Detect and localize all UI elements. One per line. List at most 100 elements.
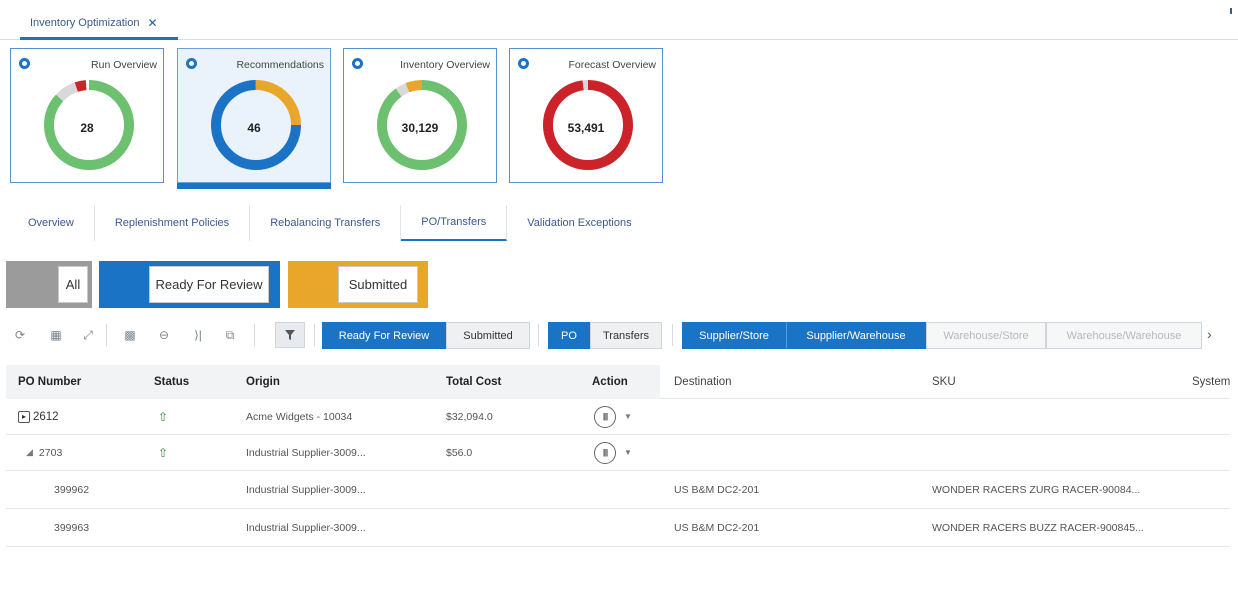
tile-value: 28: [80, 121, 94, 135]
tab-po-transfers[interactable]: PO/Transfers: [401, 205, 508, 241]
grid-icon[interactable]: ▩: [122, 327, 138, 343]
col-status[interactable]: Status: [154, 365, 189, 399]
tab-rebalancing-transfers[interactable]: Rebalancing Transfers: [250, 205, 402, 241]
seg-supplier-warehouse[interactable]: Supplier/Warehouse: [786, 322, 926, 349]
barcode-action-icon[interactable]: ||||: [594, 405, 616, 428]
seg-supplier-store[interactable]: Supplier/Store: [682, 322, 786, 349]
po-number: 399962: [54, 483, 90, 496]
filter-all-label: All: [58, 266, 88, 303]
filter-ready-for-review[interactable]: Ready For Review: [99, 261, 280, 308]
col-origin[interactable]: Origin: [246, 365, 280, 399]
up-arrow-status-icon: ⇧: [158, 409, 169, 424]
origin-cell: Industrial Supplier-3009...: [246, 521, 366, 534]
filter-submitted-label: Submitted: [338, 266, 418, 303]
tile-title: Inventory Overview: [400, 59, 490, 71]
tab-label: Inventory Optimization: [30, 16, 140, 29]
po-table: PO Number Status Origin Total Cost Actio…: [6, 365, 1230, 547]
seg-warehouse-warehouse[interactable]: Warehouse/Warehouse: [1046, 322, 1202, 349]
funnel-icon: [285, 330, 295, 340]
chevron-down-icon[interactable]: ▼: [624, 448, 632, 457]
table-row[interactable]: 399963 Industrial Supplier-3009... US B&…: [6, 509, 1230, 547]
remove-icon[interactable]: ⊖: [156, 327, 172, 343]
refresh-icon[interactable]: ⟳: [12, 327, 28, 343]
toolbar-divider: [314, 324, 315, 346]
scroll-right-icon[interactable]: ›: [1207, 326, 1212, 342]
po-cell: ▸ 2612: [18, 399, 59, 434]
radio-icon[interactable]: [352, 58, 363, 69]
radio-icon[interactable]: [518, 58, 529, 69]
seg-transfers[interactable]: Transfers: [590, 322, 662, 349]
table-row[interactable]: 399962 Industrial Supplier-3009... US B&…: [6, 471, 1230, 509]
tab-validation-exceptions[interactable]: Validation Exceptions: [507, 205, 651, 241]
col-destination[interactable]: Destination: [674, 365, 732, 399]
close-icon[interactable]: ✕: [147, 16, 157, 30]
col-po-number[interactable]: PO Number: [18, 365, 81, 399]
toolbar-divider: [254, 324, 255, 346]
filter-all[interactable]: All: [6, 261, 92, 308]
origin-cell: Industrial Supplier-3009...: [246, 446, 366, 459]
table-row[interactable]: ◢ 2703 ⇧ Industrial Supplier-3009... $56…: [6, 435, 1230, 471]
seg-submitted[interactable]: Submitted: [446, 322, 530, 349]
app-tab-bar: Inventory Optimization ✕: [0, 0, 1238, 40]
tile-inventory-overview[interactable]: Inventory Overview 30,129: [343, 48, 497, 183]
tile-forecast-overview[interactable]: Forecast Overview 53,491: [509, 48, 663, 183]
filter-button[interactable]: [275, 322, 305, 348]
seg-po[interactable]: PO: [548, 322, 590, 349]
toolbar: ⟳ ▦ ⤢ ▩ ⊖ ⟩| ⧉ Ready For Review Submitte…: [0, 318, 1238, 352]
tile-run-overview[interactable]: Run Overview 28: [10, 48, 164, 183]
overflow-marker: [1230, 8, 1232, 14]
cost-cell: $32,094.0: [446, 410, 493, 423]
toolbar-divider: [106, 324, 107, 346]
tile-value: 46: [247, 121, 261, 135]
tab-replenishment-policies[interactable]: Replenishment Policies: [95, 205, 251, 241]
tile-title: Run Overview: [91, 59, 157, 71]
tile-recommendations[interactable]: Recommendations 46: [177, 48, 331, 183]
action-cell: |||| ▼: [594, 399, 632, 434]
po-cell: ◢ 2703: [26, 435, 62, 470]
destination-cell: US B&M DC2-201: [674, 483, 760, 496]
up-arrow-status-icon: ⇧: [158, 445, 169, 460]
tile-value: 30,129: [401, 121, 439, 135]
filter-ready-label: Ready For Review: [149, 266, 269, 303]
col-total-cost[interactable]: Total Cost: [446, 365, 501, 399]
destination-cell: US B&M DC2-201: [674, 521, 760, 534]
origin-cell: Acme Widgets - 10034: [246, 410, 353, 423]
barcode-action-icon[interactable]: ||||: [594, 441, 616, 464]
chevron-down-icon[interactable]: ▼: [624, 412, 632, 421]
header-background: [6, 365, 660, 399]
action-cell: |||| ▼: [594, 435, 632, 470]
col-action[interactable]: Action: [592, 365, 628, 399]
sku-cell: WONDER RACERS ZURG RACER-90084...: [932, 483, 1141, 496]
tab-overview[interactable]: Overview: [8, 205, 95, 241]
last-page-icon[interactable]: ⟩|: [190, 327, 206, 343]
tab-inventory-optimization[interactable]: Inventory Optimization ✕: [20, 8, 178, 40]
tile-title: Recommendations: [236, 59, 324, 71]
sku-cell: WONDER RACERS BUZZ RACER-900845...: [932, 521, 1144, 534]
col-sku[interactable]: SKU: [932, 365, 956, 399]
table-row[interactable]: ▸ 2612 ⇧ Acme Widgets - 10034 $32,094.0 …: [6, 399, 1230, 435]
status-cell: ⇧: [158, 435, 168, 470]
tile-value: 53,491: [567, 121, 605, 135]
toolbar-divider: [538, 324, 539, 346]
table-header: PO Number Status Origin Total Cost Actio…: [6, 365, 1230, 399]
cost-cell: $56.0: [446, 446, 473, 459]
selected-tile-indicator: [177, 183, 331, 189]
po-number: 399963: [54, 521, 90, 534]
col-system[interactable]: System: [1192, 365, 1230, 399]
filter-submitted[interactable]: Submitted: [288, 261, 428, 308]
seg-ready-for-review[interactable]: Ready For Review: [322, 322, 446, 349]
tile-title: Forecast Overview: [568, 59, 656, 71]
copy-icon[interactable]: ⧉: [222, 327, 238, 343]
po-number: 2612: [33, 410, 59, 423]
expand-icon[interactable]: ⤢: [80, 327, 96, 343]
radio-icon[interactable]: [186, 58, 197, 69]
toolbar-divider: [672, 324, 673, 346]
seg-warehouse-store[interactable]: Warehouse/Store: [926, 322, 1046, 349]
calendar-icon[interactable]: ▦: [48, 327, 64, 343]
collapse-row-icon[interactable]: ◢: [26, 447, 33, 458]
origin-cell: Industrial Supplier-3009...: [246, 483, 366, 496]
radio-icon[interactable]: [19, 58, 30, 69]
expand-row-icon[interactable]: ▸: [18, 410, 30, 423]
status-cell: ⇧: [158, 399, 168, 434]
sub-tab-bar: Overview Replenishment Policies Rebalanc…: [8, 205, 652, 241]
